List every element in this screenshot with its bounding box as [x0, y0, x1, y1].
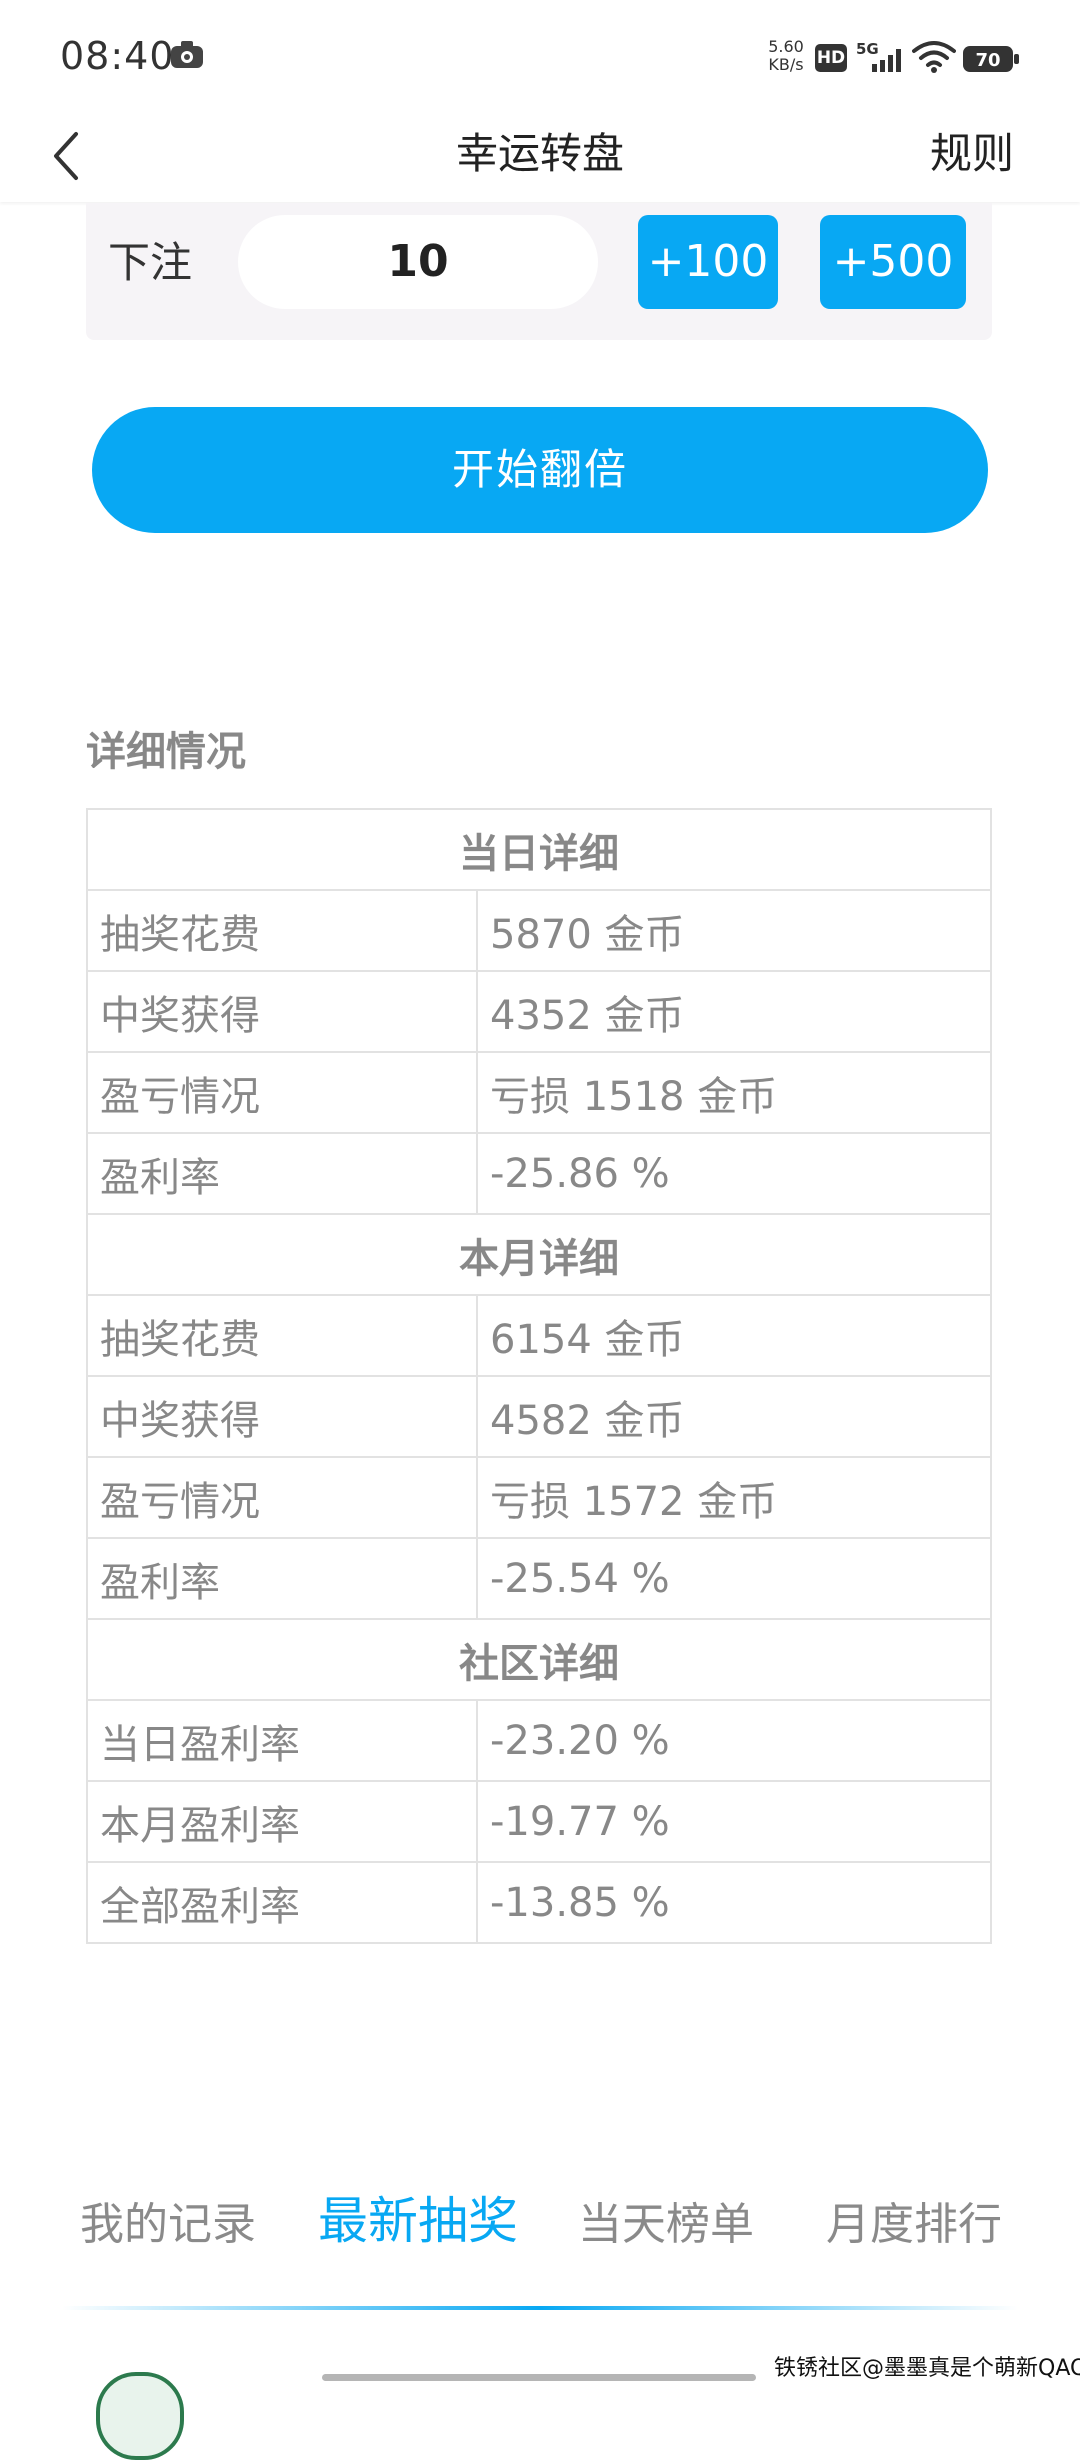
table-row: 盈亏情况 亏损 1518 金币: [86, 1051, 992, 1134]
rules-link[interactable]: 规则: [930, 124, 1050, 184]
row-label: 抽奖花费: [86, 889, 478, 972]
table-row: 盈利率 -25.54 %: [86, 1537, 992, 1620]
section-title-community: 社区详细: [86, 1618, 992, 1701]
tab-monthly-ranking[interactable]: 月度排行: [826, 2190, 1002, 2260]
table-row: 中奖获得 4582 金币: [86, 1375, 992, 1458]
row-label: 中奖获得: [86, 970, 478, 1053]
table-row: 抽奖花费 6154 金币: [86, 1294, 992, 1377]
page-title: 幸运转盘: [455, 129, 624, 178]
camera-notification-icon: [171, 41, 203, 68]
bet-label: 下注: [108, 238, 193, 287]
row-label: 盈亏情况: [86, 1051, 478, 1134]
table-row: 当日盈利率 -23.20 %: [86, 1699, 992, 1782]
row-label: 中奖获得: [86, 1375, 478, 1458]
tab-my-records[interactable]: 我的记录: [80, 2190, 256, 2260]
row-label: 全部盈利率: [86, 1861, 478, 1944]
tab-underline: [62, 2306, 1018, 2310]
row-value: -25.54 %: [476, 1537, 992, 1620]
row-value: -23.20 %: [476, 1699, 992, 1782]
details-table: 当日详细 抽奖花费 5870 金币 中奖获得 4352 金币 盈亏情况 亏损 1518…: [86, 808, 992, 1944]
table-row: 中奖获得 4352 金币: [86, 970, 992, 1053]
bet-panel: 下注 10 +100 +500: [86, 203, 992, 340]
row-value: -25.86 %: [476, 1132, 992, 1215]
nav-bar: 幸运转盘 规则: [0, 110, 1080, 202]
chevron-left-icon[interactable]: [48, 130, 84, 182]
row-label: 抽奖花费: [86, 1294, 478, 1377]
bet-amount-input[interactable]: 10: [238, 215, 598, 309]
section-title-daily: 当日详细: [86, 808, 992, 891]
net-speed: 5.60 KB/s: [760, 38, 812, 74]
watermark: 铁锈社区@墨墨真是个萌新QAQ: [774, 2356, 1080, 2381]
section-header-row: 本月详细: [86, 1213, 992, 1296]
table-row: 全部盈利率 -13.85 %: [86, 1861, 992, 1944]
row-label: 盈利率: [86, 1132, 478, 1215]
net-speed-value: 5.60: [768, 37, 804, 56]
tab-latest-draws[interactable]: 最新抽奖: [318, 2186, 518, 2256]
table-row: 盈利率 -25.86 %: [86, 1132, 992, 1215]
tab-daily-ranking[interactable]: 当天榜单: [578, 2190, 754, 2260]
avatar[interactable]: [96, 2372, 184, 2460]
row-label: 当日盈利率: [86, 1699, 478, 1782]
status-bar: 08:40 5.60 KB/s HD 5G 70: [0, 0, 1080, 110]
section-header-row: 当日详细: [86, 808, 992, 891]
start-double-button[interactable]: 开始翻倍: [92, 407, 988, 533]
wifi-icon: [912, 41, 956, 73]
row-value: 6154 金币: [476, 1294, 992, 1377]
battery-level: 70: [975, 50, 1000, 71]
hd-badge: HD: [815, 44, 847, 72]
details-heading: 详细情况: [86, 729, 246, 775]
add-500-button[interactable]: +500: [820, 215, 966, 309]
add-100-button[interactable]: +100: [638, 215, 778, 309]
section-title-monthly: 本月详细: [86, 1213, 992, 1296]
home-indicator[interactable]: [322, 2374, 756, 2381]
signal-5g-icon: 5G: [856, 40, 901, 72]
row-value: 4582 金币: [476, 1375, 992, 1458]
row-value: 4352 金币: [476, 970, 992, 1053]
table-row: 本月盈利率 -19.77 %: [86, 1780, 992, 1863]
battery-icon: 70: [963, 46, 1019, 72]
signal-5g-label: 5G: [856, 40, 879, 58]
row-label: 盈利率: [86, 1537, 478, 1620]
row-value: 亏损 1572 金币: [476, 1456, 992, 1539]
table-row: 盈亏情况 亏损 1572 金币: [86, 1456, 992, 1539]
section-header-row: 社区详细: [86, 1618, 992, 1701]
row-value: -13.85 %: [476, 1861, 992, 1944]
net-speed-unit: KB/s: [768, 55, 804, 74]
row-value: 5870 金币: [476, 889, 992, 972]
table-row: 抽奖花费 5870 金币: [86, 889, 992, 972]
row-label: 本月盈利率: [86, 1780, 478, 1863]
row-value: -19.77 %: [476, 1780, 992, 1863]
row-label: 盈亏情况: [86, 1456, 478, 1539]
row-value: 亏损 1518 金币: [476, 1051, 992, 1134]
status-time: 08:40: [60, 34, 175, 78]
